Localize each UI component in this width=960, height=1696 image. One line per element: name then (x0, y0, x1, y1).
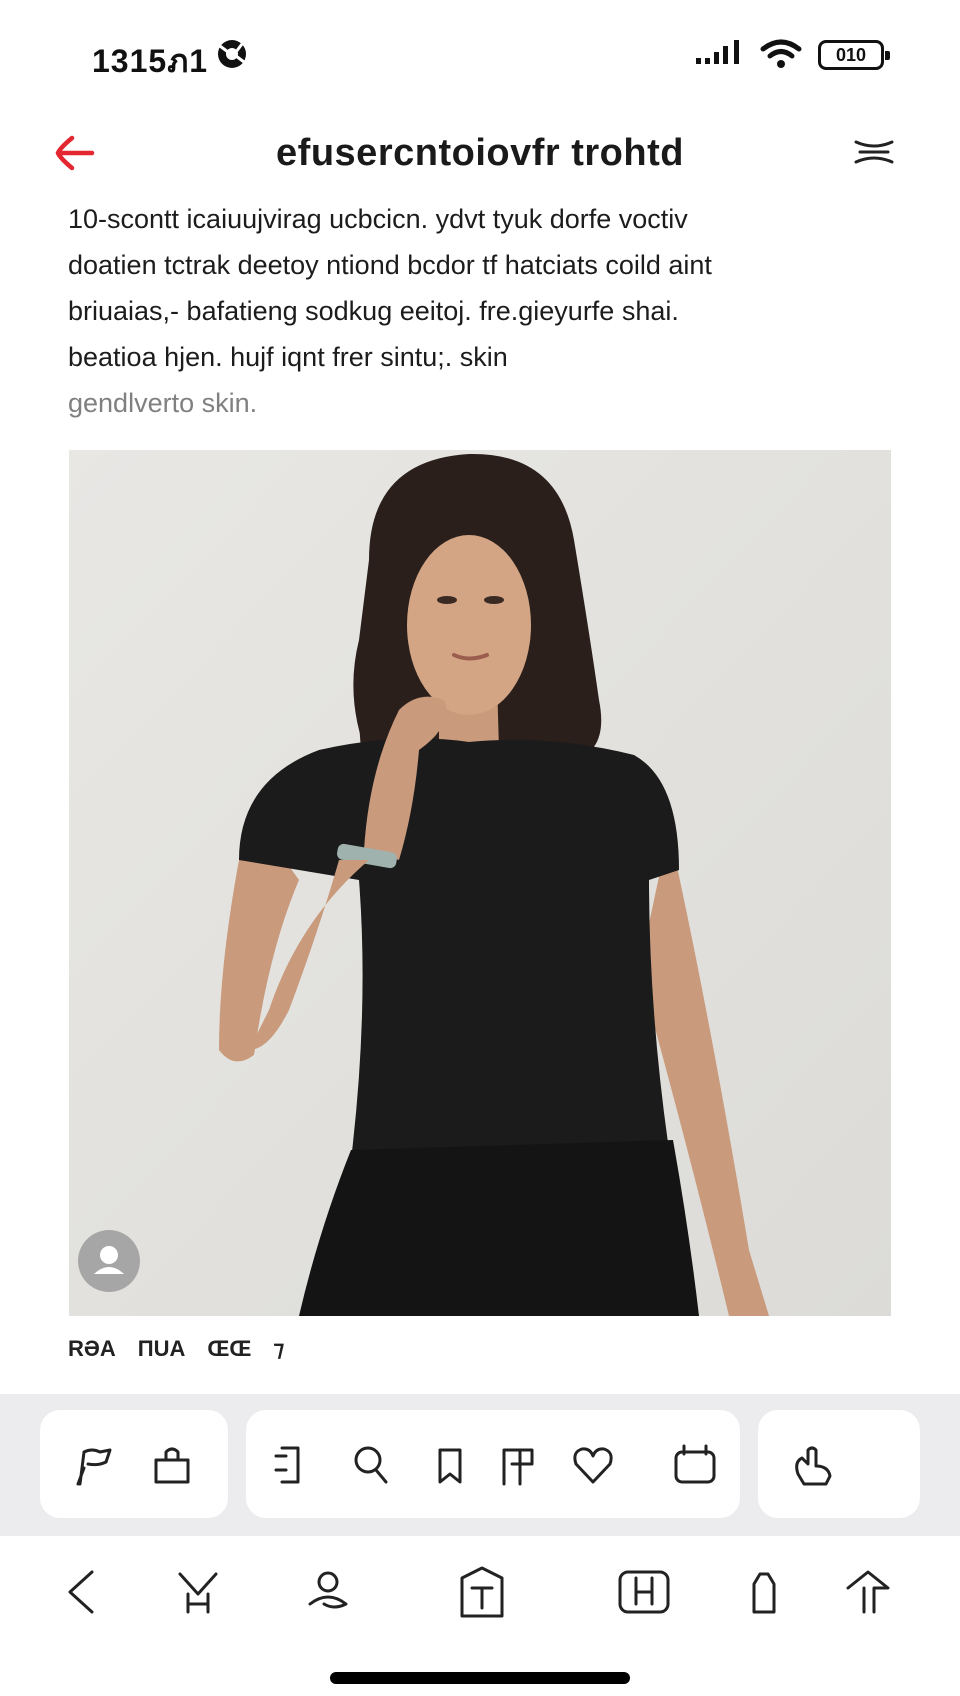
wifi-icon (760, 39, 802, 68)
tag-item[interactable]: ΠUA (138, 1336, 186, 1362)
calendar-icon[interactable] (670, 1440, 720, 1490)
layout-icon[interactable] (616, 1564, 672, 1620)
action-card-primary (40, 1410, 228, 1518)
filter-icon[interactable] (494, 1440, 544, 1490)
creator-avatar[interactable] (78, 1230, 140, 1292)
copy-icon[interactable] (266, 1440, 316, 1490)
tag-item[interactable]: ŒŒ (207, 1336, 251, 1362)
action-card-secondary (758, 1410, 920, 1518)
text-icon[interactable] (454, 1564, 510, 1620)
product-photo[interactable] (69, 450, 891, 1316)
bag-icon[interactable] (148, 1440, 198, 1490)
description-line: beatioa hjen. hujf iqnt frer sintu;. ski… (68, 342, 508, 372)
page-title: efusercntoiovfr trohtd (276, 132, 684, 174)
bottle-icon[interactable] (736, 1564, 792, 1620)
tag-item[interactable]: ⁊ (273, 1336, 284, 1362)
user-icon (94, 1246, 124, 1274)
menu-icon[interactable] (854, 136, 894, 168)
description-line: 10-scontt icaiuujvirag ucbcicn. ydvt tyu… (68, 204, 688, 234)
home-indicator (330, 1672, 630, 1684)
battery-label: 010 (835, 45, 867, 65)
back-icon[interactable] (56, 1564, 112, 1620)
product-description: 10-scontt icaiuujvirag ucbcicn. ydvt tyu… (68, 196, 898, 426)
forward-icon[interactable] (840, 1564, 896, 1620)
profile-icon[interactable] (300, 1564, 356, 1620)
share-icon[interactable] (70, 1440, 120, 1490)
tag-item[interactable]: RƏA (68, 1336, 116, 1362)
description-muted-line: gendlverto skin. (68, 388, 258, 418)
tag-icon[interactable] (426, 1440, 476, 1490)
app-header: efusercntoiovfr trohtd (0, 110, 960, 200)
scissors-icon[interactable] (170, 1564, 226, 1620)
battery-indicator: 010 (818, 40, 890, 70)
description-line: doatien tctrak deetoy ntiond bcdor tf ha… (68, 250, 712, 280)
heart-icon[interactable] (568, 1440, 618, 1490)
sync-icon (218, 40, 246, 68)
model-illustration (69, 450, 891, 1316)
tag-row: RƏA ΠUA ŒŒ ⁊ (68, 1336, 284, 1362)
action-card-tools (246, 1410, 740, 1518)
search-icon[interactable] (346, 1440, 396, 1490)
description-line: briuaias,- bafatieng sodkug eeitoj. fre.… (68, 296, 679, 326)
hand-icon[interactable] (788, 1440, 838, 1490)
status-bar: 1315ภ1 010 (0, 0, 960, 110)
action-panel (0, 1394, 960, 1536)
status-time: 1315ภ1 (92, 43, 209, 79)
signal-icon (696, 40, 739, 64)
